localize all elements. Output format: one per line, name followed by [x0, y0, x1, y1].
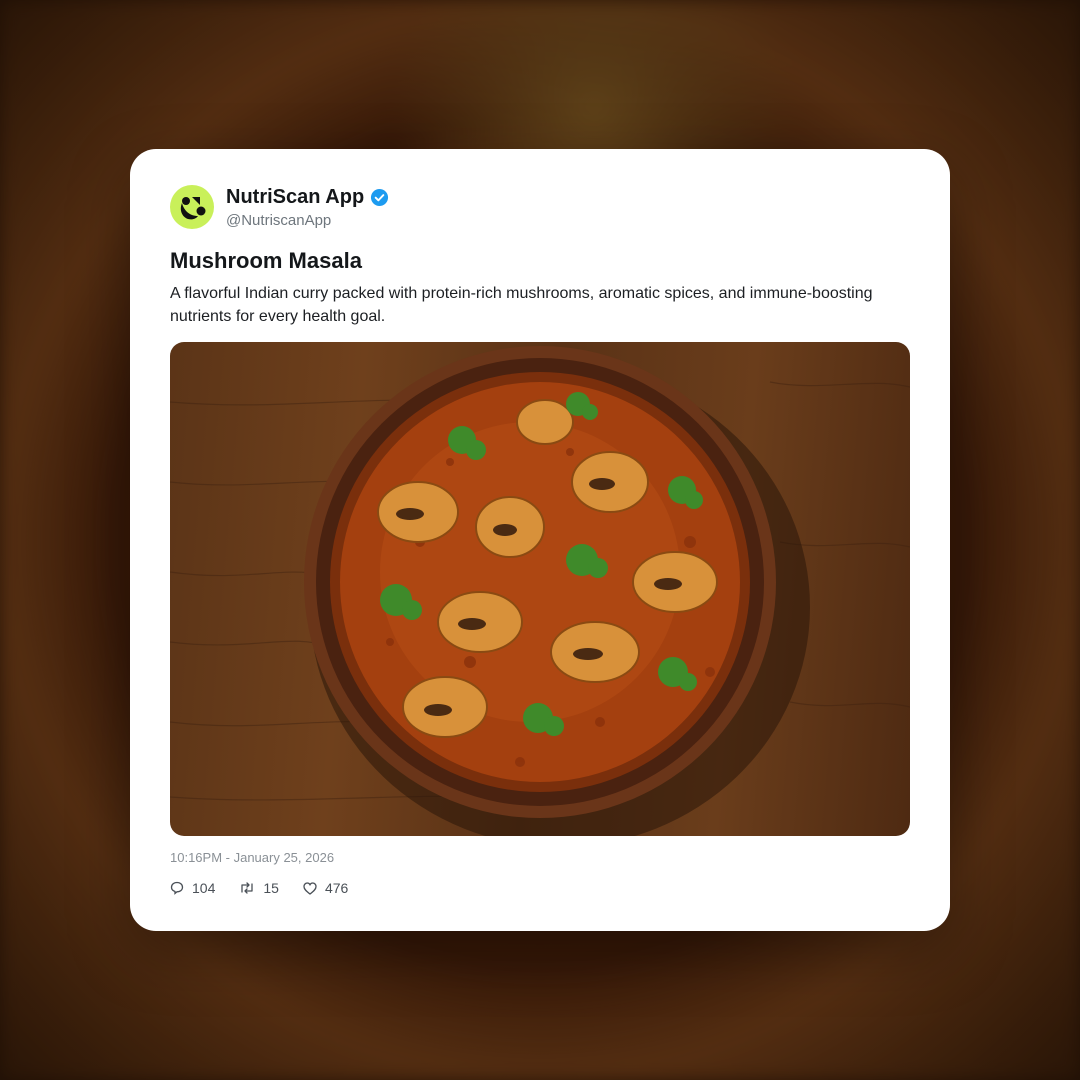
speech-bubble-icon	[170, 881, 184, 895]
repost-button[interactable]: 15	[239, 880, 279, 896]
like-button[interactable]: 476	[303, 880, 348, 896]
reply-count: 104	[192, 880, 216, 896]
post-timestamp[interactable]: 10:16PM - January 25, 2026	[170, 850, 334, 865]
like-count: 476	[324, 880, 349, 896]
display-name[interactable]: NutriScan App	[226, 186, 364, 209]
account-handle[interactable]: @NutriscanApp	[226, 212, 389, 229]
heart-icon	[303, 881, 317, 895]
post-card: NutriScan App @NutriscanApp Mushroom Mas…	[130, 149, 950, 931]
avatar[interactable]	[170, 185, 214, 229]
repost-count: 15	[263, 880, 279, 896]
mushroom-masala-photo	[170, 346, 910, 836]
verified-badge-icon	[371, 188, 389, 206]
reply-button[interactable]: 104	[170, 880, 215, 896]
post-title: Mushroom Masala	[170, 248, 362, 273]
nutriscan-logo-icon	[180, 197, 206, 220]
engagement-bar: 104 15 476	[170, 880, 372, 896]
account-names: NutriScan App @NutriscanApp	[226, 186, 389, 229]
post-header: NutriScan App @NutriscanApp	[170, 185, 389, 229]
post-description: A flavorful Indian curry packed with pro…	[170, 285, 873, 325]
post-image[interactable]	[170, 342, 910, 836]
repost-arrows-icon	[241, 882, 254, 894]
